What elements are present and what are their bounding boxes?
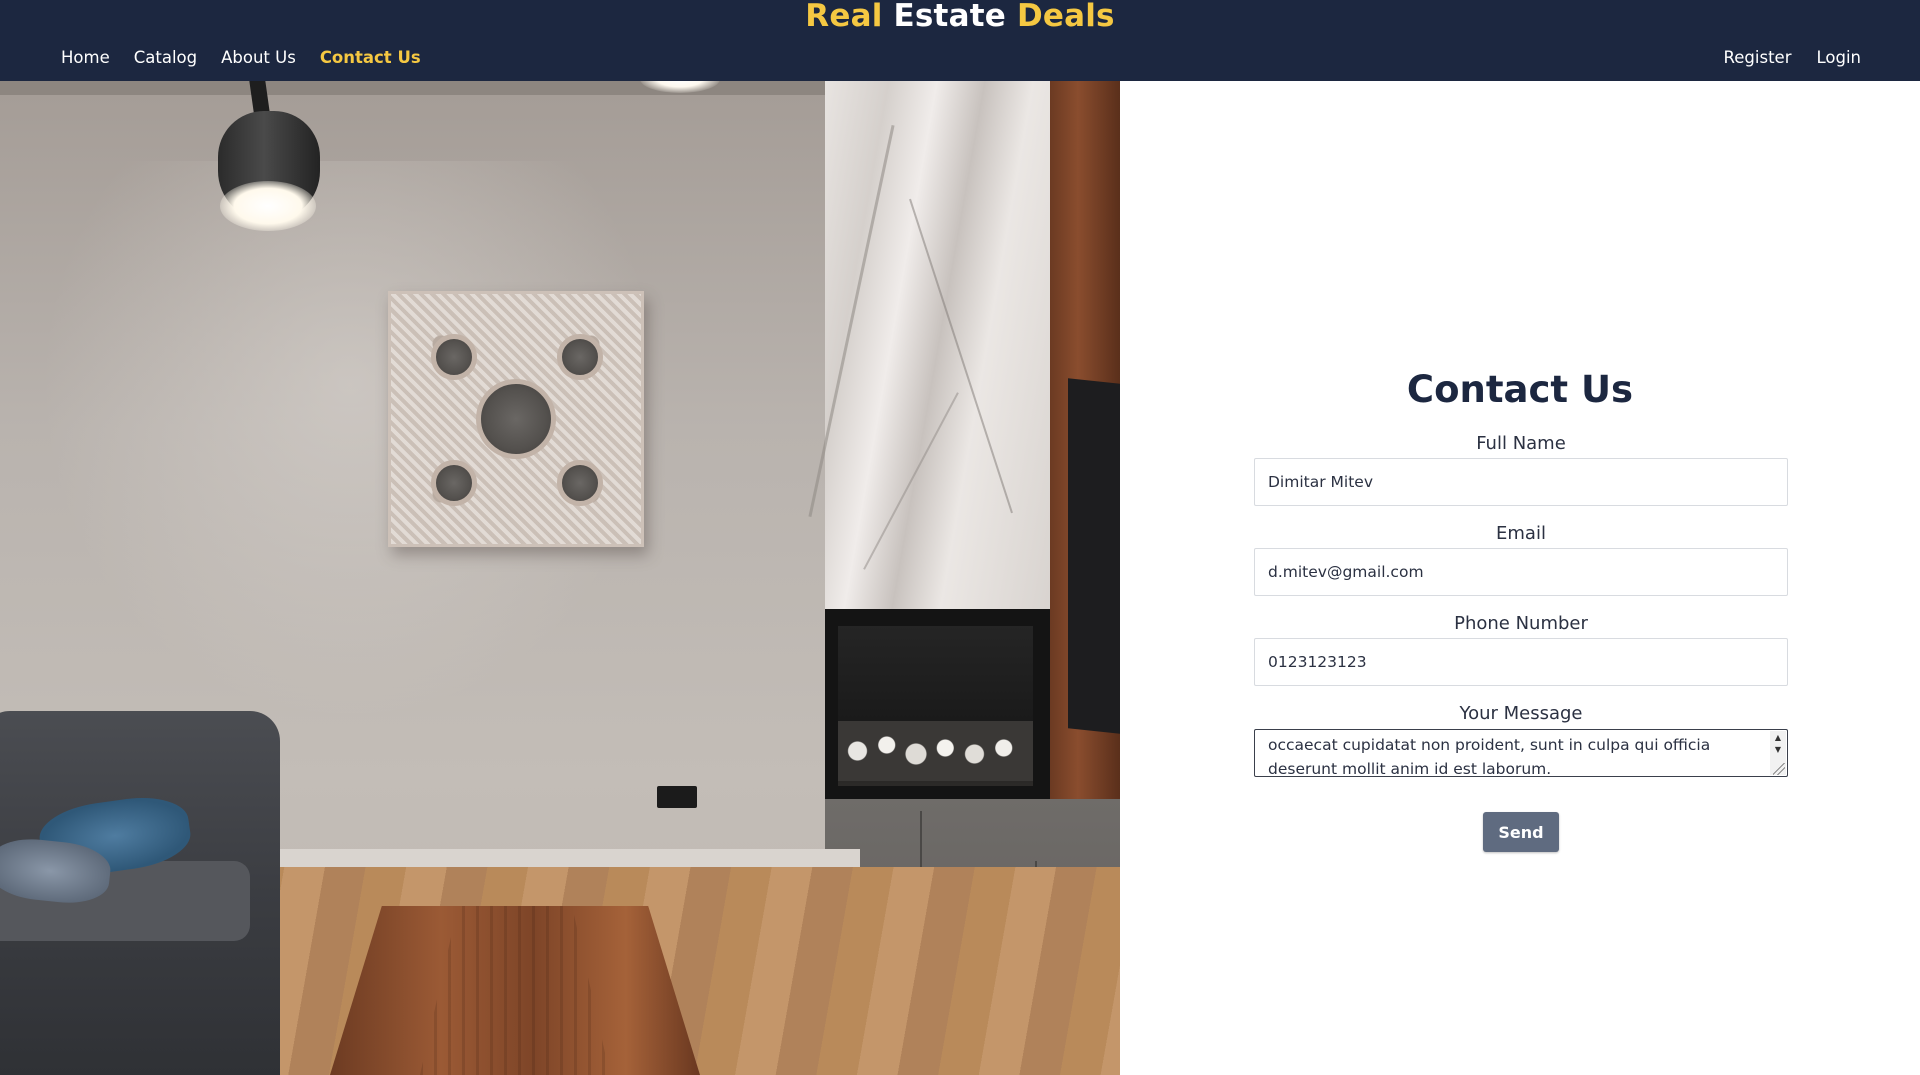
nav-home[interactable]: Home <box>61 47 110 69</box>
marble-wall <box>825 81 1050 621</box>
small-clock <box>431 460 477 506</box>
scroll-down-arrow-icon[interactable]: ▼ <box>1773 745 1783 755</box>
email-label: Email <box>1496 523 1546 544</box>
email-input[interactable] <box>1254 548 1788 596</box>
center-clock <box>476 379 556 459</box>
small-clock <box>557 334 603 380</box>
message-textarea[interactable]: occaecat cupidatat non proident, sunt in… <box>1254 729 1788 777</box>
nav-login[interactable]: Login <box>1816 47 1861 69</box>
wall-tv <box>1068 378 1120 734</box>
site-header: Real Estate Deals Home Catalog About Us … <box>0 0 1920 81</box>
nav-contact-us[interactable]: Contact Us <box>320 47 421 69</box>
full-name-input[interactable] <box>1254 458 1788 506</box>
nav-register[interactable]: Register <box>1724 47 1792 69</box>
auth-nav: Register Login <box>1699 47 1861 69</box>
pendant-lamp-glow <box>220 181 316 231</box>
small-clock <box>431 334 477 380</box>
nav-catalog[interactable]: Catalog <box>134 47 197 69</box>
send-button[interactable]: Send <box>1483 812 1559 852</box>
decorative-wall-panel <box>388 291 644 547</box>
wall-socket <box>657 786 697 808</box>
nav-about-us[interactable]: About Us <box>221 47 296 69</box>
resize-grip-icon[interactable] <box>1773 763 1785 775</box>
fireplace-stones <box>838 721 1033 781</box>
brand-word-estate: Estate <box>893 0 1006 34</box>
page-title: Contact Us <box>1406 368 1634 411</box>
scroll-up-arrow-icon[interactable]: ▲ <box>1773 733 1783 743</box>
interior-photo <box>0 81 1120 1075</box>
brand-word-real: Real <box>805 0 883 34</box>
phone-input[interactable] <box>1254 638 1788 686</box>
full-name-label: Full Name <box>1476 433 1566 454</box>
small-clock <box>557 460 603 506</box>
brand-logo[interactable]: Real Estate Deals <box>0 0 1920 34</box>
phone-label: Phone Number <box>1454 613 1588 634</box>
brand-word-deals: Deals <box>1016 0 1115 34</box>
main-nav: Home Catalog About Us Contact Us <box>61 47 445 69</box>
message-label: Your Message <box>1459 703 1583 724</box>
